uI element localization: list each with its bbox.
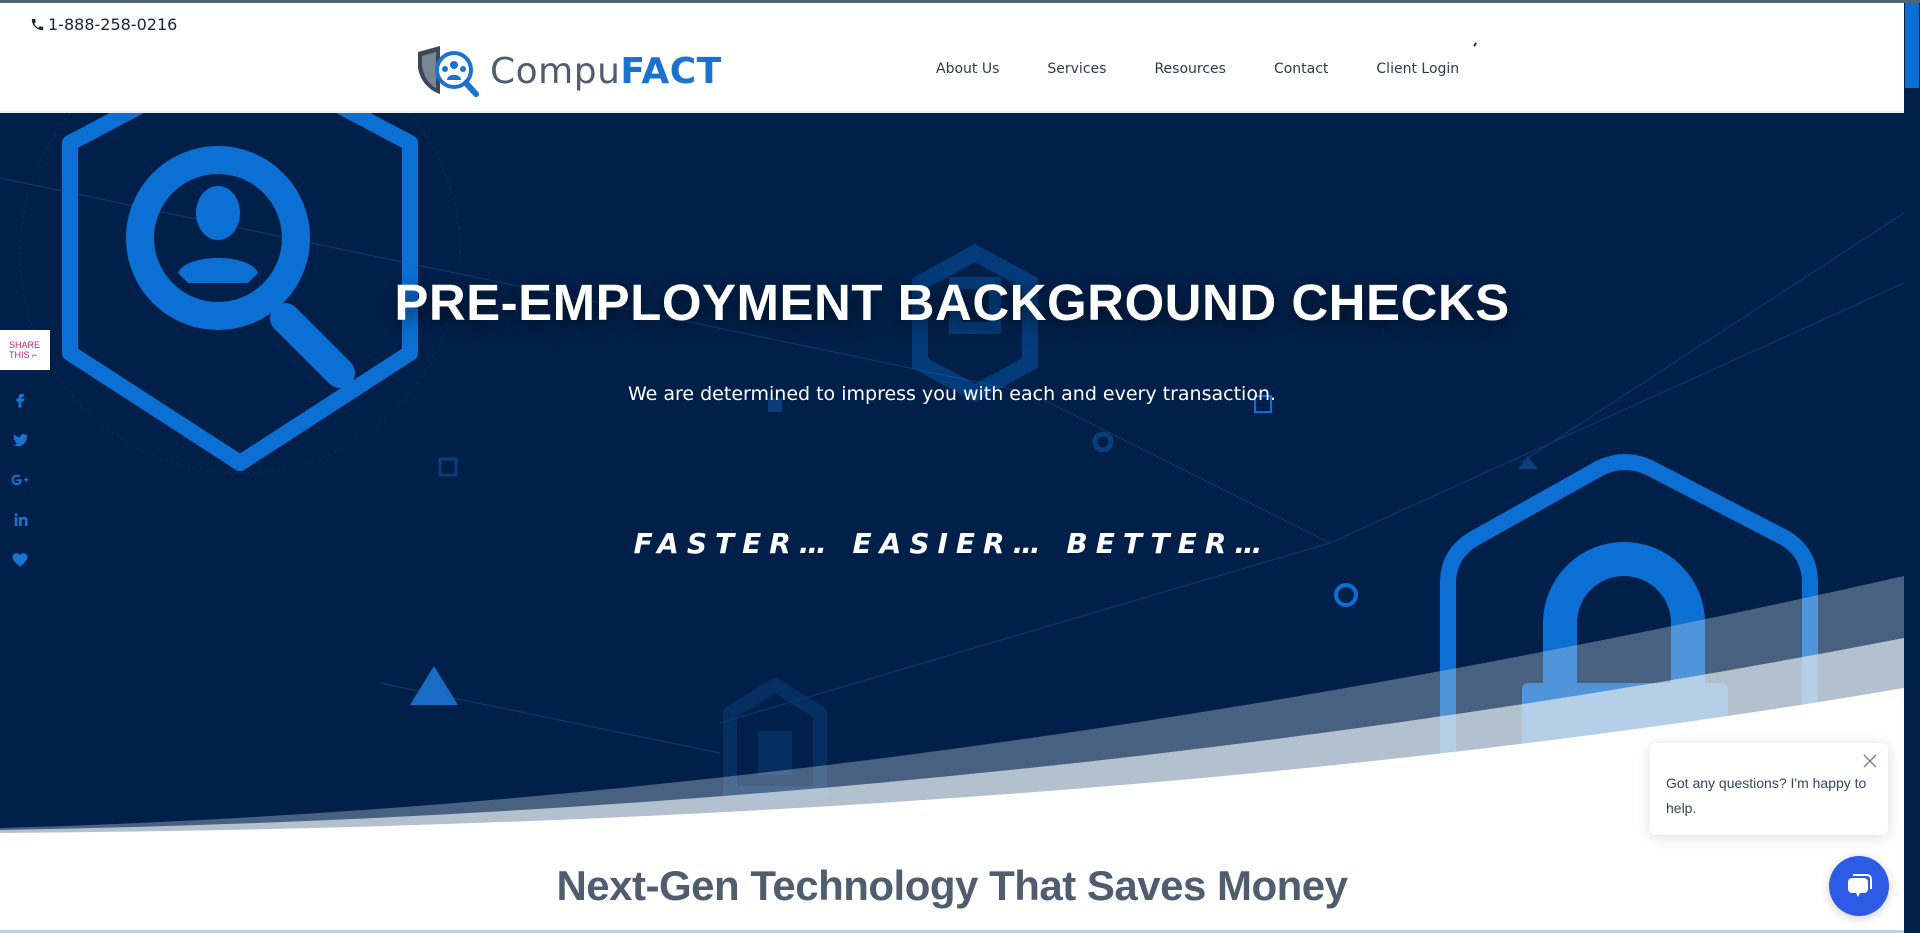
hero-subtitle: We are determined to impress you with ea… bbox=[627, 383, 1277, 405]
share-label-line2: THIS ⌐ bbox=[9, 350, 38, 360]
hero-title: PRE-EMPLOYMENT BACKGROUND CHECKS bbox=[394, 274, 1510, 331]
section-heading: Next-Gen Technology That Saves Money bbox=[556, 862, 1348, 909]
nav-about-us[interactable]: About Us bbox=[936, 61, 999, 77]
small-square-shape bbox=[438, 457, 458, 477]
logo-text: CompuFACT bbox=[490, 50, 722, 92]
page: 1-888-258-0216 CompuFACT About Us Servic… bbox=[0, 0, 1904, 933]
scrollbar-thumb[interactable] bbox=[1905, 3, 1919, 88]
small-circle-shape bbox=[1334, 583, 1358, 607]
twitter-icon[interactable] bbox=[11, 420, 29, 460]
hero-banner: PRE-EMPLOYMENT BACKGROUND CHECKS We are … bbox=[0, 113, 1904, 833]
site-header: 1-888-258-0216 CompuFACT About Us Servic… bbox=[0, 3, 1904, 113]
small-circle-shape bbox=[1092, 431, 1114, 453]
phone-number[interactable]: 1-888-258-0216 bbox=[48, 15, 177, 34]
window-top-border bbox=[0, 0, 1920, 3]
share-icons-list bbox=[0, 380, 40, 580]
nav-tick-mark bbox=[1473, 42, 1479, 48]
compufact-logo[interactable]: CompuFACT bbox=[414, 43, 722, 103]
logo-shield-magnifier-icon bbox=[418, 46, 479, 97]
phone-contact[interactable]: 1-888-258-0216 bbox=[30, 15, 177, 34]
chat-bubble-icon bbox=[1848, 874, 1872, 897]
share-sidebar: SHARE THIS ⌐ bbox=[0, 330, 50, 580]
chat-greeting-popup: Got any questions? I'm happy to help. bbox=[1650, 743, 1888, 835]
nav-services[interactable]: Services bbox=[1047, 61, 1106, 77]
heart-icon[interactable] bbox=[11, 540, 29, 580]
main-nav: About Us Services Resources Contact Clie… bbox=[936, 61, 1507, 77]
linkedin-icon[interactable] bbox=[11, 500, 29, 540]
chat-greeting-text: Got any questions? I'm happy to help. bbox=[1666, 775, 1867, 816]
nav-contact[interactable]: Contact bbox=[1274, 61, 1328, 77]
phone-icon bbox=[31, 18, 44, 31]
page-scrollbar[interactable] bbox=[1904, 3, 1920, 933]
hero-background-graphics bbox=[0, 113, 1904, 833]
small-triangle-shape bbox=[410, 666, 458, 705]
chat-launcher-button[interactable] bbox=[1829, 856, 1889, 916]
hero-tagline: FASTER… EASIER… BETTER… bbox=[633, 527, 1271, 560]
nav-client-login[interactable]: Client Login bbox=[1376, 61, 1459, 77]
share-this-button[interactable]: SHARE THIS ⌐ bbox=[0, 330, 50, 370]
close-icon[interactable] bbox=[1862, 753, 1878, 769]
nav-resources[interactable]: Resources bbox=[1154, 61, 1226, 77]
google-plus-icon[interactable] bbox=[11, 460, 29, 500]
share-label-line1: SHARE bbox=[9, 340, 41, 350]
facebook-icon[interactable] bbox=[11, 380, 29, 420]
